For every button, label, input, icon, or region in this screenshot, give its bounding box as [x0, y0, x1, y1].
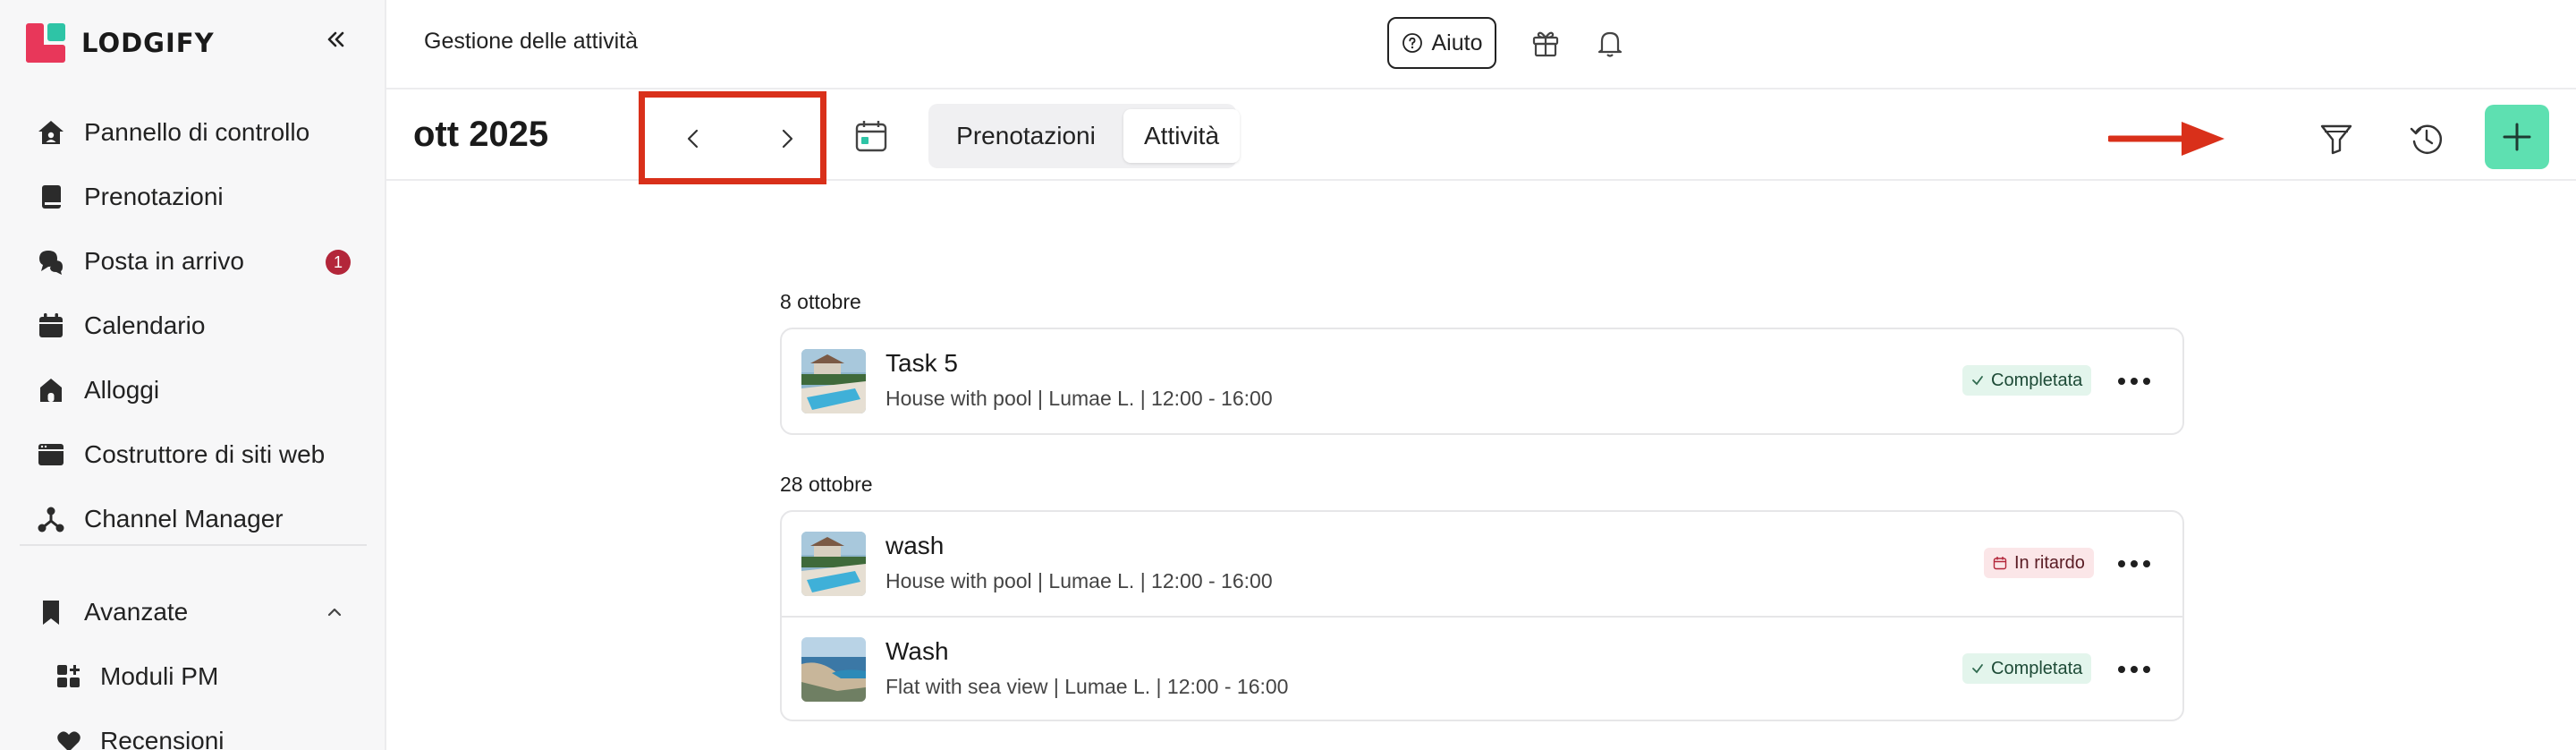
- current-month: ott 2025: [413, 115, 549, 154]
- calendar-late-icon: [1993, 557, 2007, 570]
- more-options-button[interactable]: [2114, 546, 2154, 582]
- task-details: Flat with sea view | Lumae L. | 12:00 - …: [886, 675, 1289, 698]
- sidebar-item-label: Moduli PM: [100, 662, 219, 690]
- filter-button[interactable]: [2314, 116, 2359, 161]
- house-icon: [36, 375, 66, 405]
- app-root: LODGIFY Pannello di controllo Prenotazio…: [0, 0, 2576, 750]
- tab-reservations[interactable]: Prenotazioni: [934, 109, 1118, 163]
- plus-icon: [2503, 123, 2531, 151]
- highlight-box: [639, 91, 826, 184]
- calendar-toolbar: ott 2025 Prenotazioni Attività: [386, 91, 2576, 184]
- network-icon: [36, 504, 66, 534]
- add-task-button[interactable]: [2485, 105, 2549, 169]
- browser-icon: [36, 439, 66, 470]
- book-icon: [36, 182, 66, 212]
- heart-icon: [55, 728, 82, 750]
- sidebar-section-label: Avanzate: [84, 598, 189, 626]
- task-title: Wash: [886, 637, 949, 665]
- history-button[interactable]: [2404, 116, 2449, 161]
- sidebar-item-pm-modules[interactable]: Moduli PM: [0, 644, 386, 709]
- sidebar-item-calendar[interactable]: Calendario: [0, 294, 386, 358]
- status-badge: In ritardo: [1984, 548, 2094, 578]
- history-icon: [2410, 124, 2443, 154]
- task-group: wash House with pool | Lumae L. | 12:00 …: [780, 510, 2184, 721]
- sidebar-item-label: Recensioni: [100, 727, 225, 750]
- status-label: Completata: [1991, 370, 2083, 390]
- sidebar-divider: [20, 544, 367, 546]
- previous-month-button[interactable]: [674, 119, 714, 158]
- sidebar-item-bookings[interactable]: Prenotazioni: [0, 165, 386, 229]
- status-badge: Completata: [1962, 365, 2092, 396]
- sidebar-item-reviews[interactable]: Recensioni: [0, 709, 386, 750]
- property-thumbnail: [801, 532, 866, 596]
- bookmark-icon: [36, 597, 66, 627]
- task-details: House with pool | Lumae L. | 12:00 - 16:…: [886, 569, 1273, 592]
- unread-badge: 1: [326, 250, 351, 275]
- sidebar: LODGIFY Pannello di controllo Prenotazio…: [0, 0, 386, 750]
- task-title: wash: [886, 532, 945, 559]
- date-heading: 28 ottobre: [780, 473, 873, 496]
- sidebar-nav: Pannello di controllo Prenotazioni Posta…: [0, 100, 386, 551]
- top-bar: Gestione delle attività Aiuto: [386, 0, 2576, 89]
- tab-activities[interactable]: Attività: [1123, 109, 1240, 163]
- task-row[interactable]: Wash Flat with sea view | Lumae L. | 12:…: [782, 616, 2182, 720]
- check-icon: [1972, 664, 1983, 674]
- sidebar-item-label: Posta in arrivo: [84, 247, 244, 275]
- help-label: Aiuto: [1431, 30, 1483, 55]
- gift-icon: [1532, 31, 1559, 57]
- task-row[interactable]: Task 5 House with pool | Lumae L. | 12:0…: [782, 329, 2182, 433]
- sidebar-item-label: Prenotazioni: [84, 183, 224, 210]
- property-thumbnail: [801, 637, 866, 702]
- double-chevron-left-icon: [327, 31, 344, 47]
- sidebar-item-label: Costruttore di siti web: [84, 440, 326, 468]
- task-row[interactable]: wash House with pool | Lumae L. | 12:00 …: [782, 512, 2182, 616]
- sidebar-item-label: Channel Manager: [84, 505, 284, 533]
- task-title: Task 5: [886, 349, 958, 377]
- sidebar-item-rentals[interactable]: Alloggi: [0, 358, 386, 422]
- chat-icon: [36, 246, 66, 277]
- help-button[interactable]: Aiuto: [1387, 17, 1496, 69]
- calendar-icon: [36, 311, 66, 341]
- collapse-sidebar-button[interactable]: [322, 25, 351, 54]
- sidebar-item-label: Pannello di controllo: [84, 118, 310, 146]
- modules-icon: [55, 663, 82, 690]
- home-icon: [36, 117, 66, 148]
- view-switcher: Prenotazioni Attività: [928, 104, 1240, 168]
- chevron-left-icon: [687, 129, 699, 149]
- calendar-today-icon: [855, 121, 887, 152]
- sidebar-item-label: Alloggi: [84, 376, 160, 404]
- sidebar-item-inbox[interactable]: Posta in arrivo 1: [0, 229, 386, 294]
- sidebar-item-website-builder[interactable]: Costruttore di siti web: [0, 422, 386, 487]
- property-thumbnail: [801, 349, 866, 413]
- bell-icon: [1597, 31, 1623, 57]
- annotation-arrow-icon: [2108, 122, 2224, 156]
- brand-logo[interactable]: LODGIFY: [26, 23, 215, 63]
- status-badge: Completata: [1962, 653, 2092, 684]
- main-area: Gestione delle attività Aiuto ott 2025 P…: [386, 0, 2576, 750]
- page-title: Gestione delle attività: [424, 29, 639, 54]
- task-details: House with pool | Lumae L. | 12:00 - 16:…: [886, 387, 1273, 410]
- check-icon: [1972, 376, 1983, 386]
- sidebar-item-channel-manager[interactable]: Channel Manager: [0, 487, 386, 551]
- filter-icon: [2320, 124, 2352, 155]
- task-group: Task 5 House with pool | Lumae L. | 12:0…: [780, 328, 2184, 435]
- gift-button[interactable]: [1528, 25, 1563, 61]
- more-options-button[interactable]: [2114, 363, 2154, 399]
- sidebar-item-label: Calendario: [84, 311, 206, 339]
- chevron-up-icon: [324, 601, 345, 627]
- notifications-button[interactable]: [1592, 25, 1628, 61]
- status-label: Completata: [1991, 658, 2083, 678]
- sidebar-item-dashboard[interactable]: Pannello di controllo: [0, 100, 386, 165]
- status-label: In ritardo: [2014, 552, 2085, 573]
- question-circle-icon: [1402, 33, 1422, 53]
- brand-name: LODGIFY: [81, 28, 215, 58]
- next-month-button[interactable]: [767, 119, 806, 158]
- logo-icon: [26, 23, 65, 63]
- chevron-right-icon: [782, 129, 793, 149]
- today-button[interactable]: [852, 116, 891, 156]
- more-options-button[interactable]: [2114, 652, 2154, 687]
- sidebar-section-advanced[interactable]: Avanzate: [0, 580, 386, 644]
- date-heading: 8 ottobre: [780, 290, 861, 313]
